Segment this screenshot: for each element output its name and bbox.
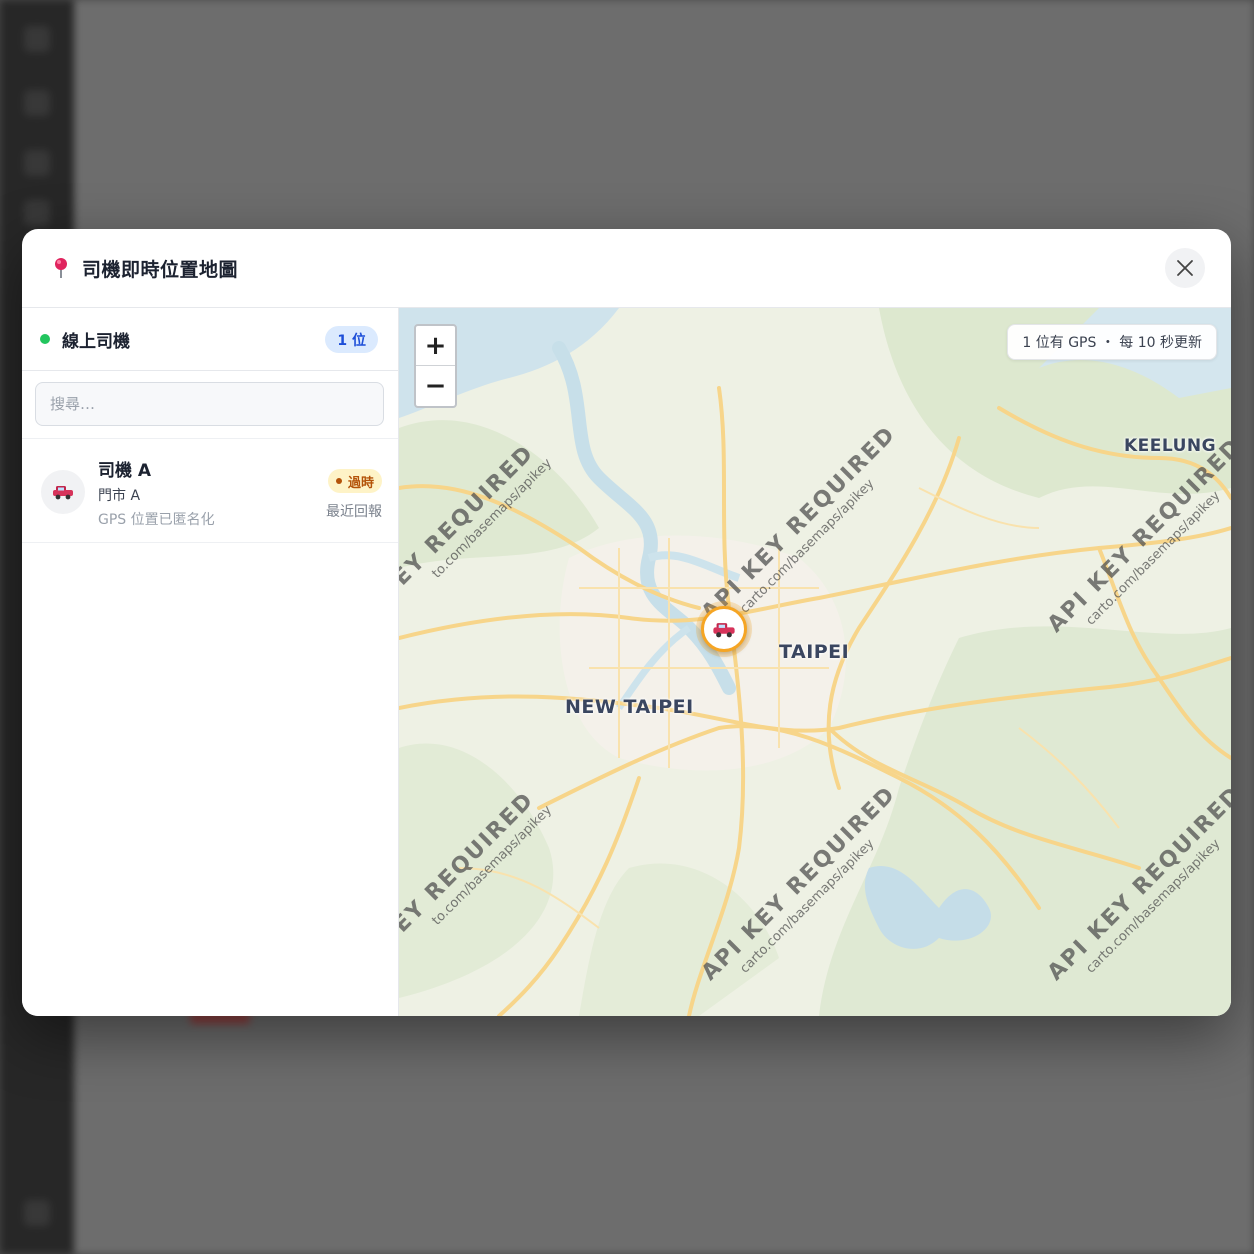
map-view[interactable]: EY REQUIRED to.com/basemaps/apikey API K… bbox=[399, 308, 1231, 1016]
sidebar-header: 線上司機 1 位 bbox=[22, 308, 398, 371]
map-pin-icon bbox=[55, 258, 67, 278]
driver-map-marker[interactable] bbox=[701, 606, 747, 652]
city-label-new-taipei: NEW TAIPEI bbox=[565, 696, 694, 718]
driver-sidebar: 線上司機 1 位 司機 A 門市 A GPS 位置已匿名化 過時 bbox=[22, 308, 399, 1016]
driver-map-modal: 司機即時位置地圖 線上司機 1 位 搜尋… 司機 A 門市 A GPS 位置已匿… bbox=[22, 229, 1231, 1016]
search-input[interactable] bbox=[35, 382, 384, 426]
driver-list-item[interactable]: 司機 A 門市 A GPS 位置已匿名化 過時 最近回報 bbox=[22, 439, 398, 543]
close-icon bbox=[1177, 260, 1193, 276]
driver-count-badge: 1 位 bbox=[325, 326, 378, 353]
city-label-keelung: KEELUNG bbox=[1124, 436, 1217, 456]
status-label: 過時 bbox=[347, 475, 374, 491]
driver-name: 司機 A bbox=[98, 461, 152, 481]
status-dot bbox=[335, 478, 342, 484]
online-status-dot bbox=[40, 334, 50, 344]
modal-header: 司機即時位置地圖 bbox=[22, 229, 1231, 308]
zoom-control: + − bbox=[414, 324, 457, 408]
gps-update-info: 1 位有 GPS ・ 每 10 秒更新 bbox=[1007, 324, 1217, 360]
status-badge: 過時 bbox=[327, 469, 382, 493]
modal-title: 司機即時位置地圖 bbox=[82, 258, 239, 281]
driver-avatar bbox=[41, 470, 85, 514]
recent-report-label: 最近回報 bbox=[326, 504, 382, 520]
city-label-taipei: TAIPEI bbox=[779, 641, 850, 663]
search-wrapper bbox=[22, 371, 398, 439]
driver-store: 門市 A bbox=[98, 488, 141, 504]
zoom-in-button[interactable]: + bbox=[416, 326, 455, 366]
zoom-out-button[interactable]: − bbox=[416, 366, 455, 406]
car-icon bbox=[53, 486, 73, 500]
close-button[interactable] bbox=[1165, 248, 1205, 288]
driver-gps-note: GPS 位置已匿名化 bbox=[98, 512, 215, 528]
car-icon bbox=[713, 622, 735, 637]
sidebar-title: 線上司機 bbox=[62, 331, 130, 352]
